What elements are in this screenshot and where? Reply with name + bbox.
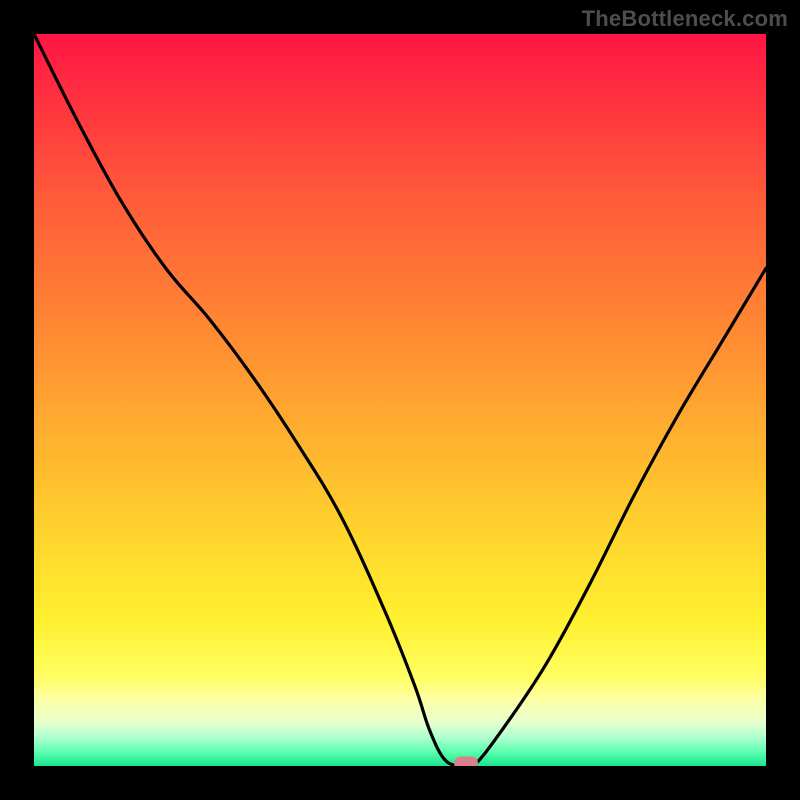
plot-area — [34, 34, 766, 766]
optimum-marker — [454, 757, 478, 767]
bottleneck-curve — [34, 34, 766, 766]
watermark-text: TheBottleneck.com — [582, 6, 788, 32]
chart-frame: TheBottleneck.com — [0, 0, 800, 800]
